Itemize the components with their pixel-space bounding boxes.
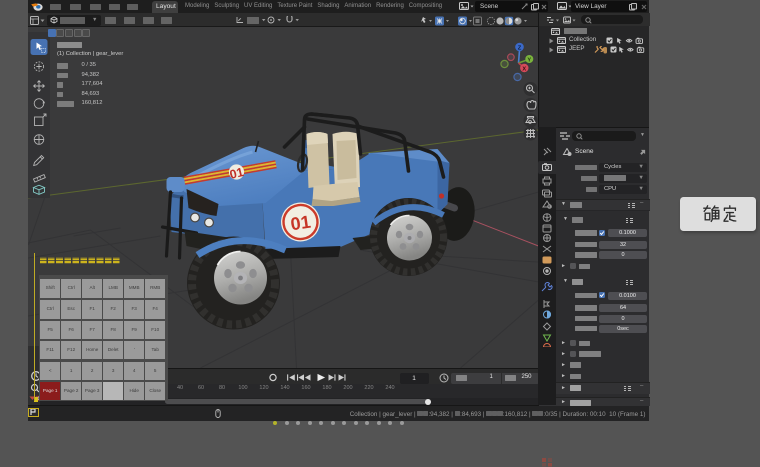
svg-text:01: 01 [289,212,312,235]
svg-text:Y: Y [527,57,531,63]
svg-text:Z: Z [517,45,521,51]
svg-text:X: X [522,66,526,72]
